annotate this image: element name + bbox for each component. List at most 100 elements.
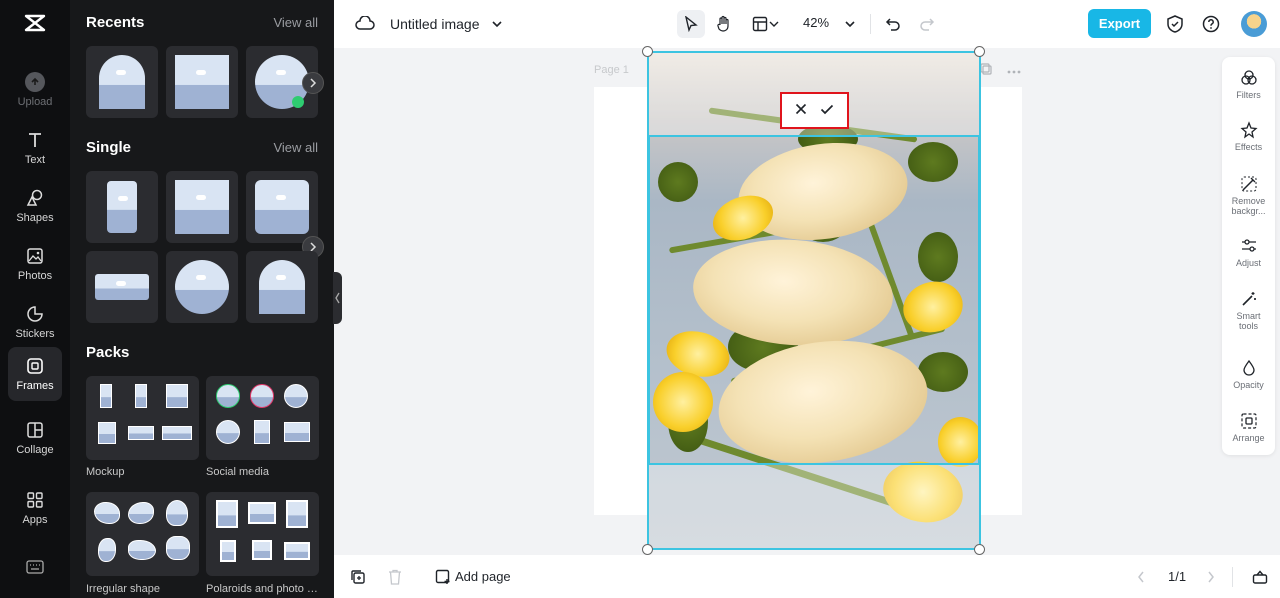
property-panel: Filters Effects Remove backgr... Adjust … xyxy=(1222,57,1275,455)
page-more-icon[interactable] xyxy=(1007,63,1021,77)
document-title[interactable]: Untitled image xyxy=(390,16,480,32)
help-icon[interactable] xyxy=(1199,12,1223,36)
shield-icon[interactable] xyxy=(1163,12,1187,36)
prev-page-chevron-icon[interactable] xyxy=(1129,565,1153,589)
collage-icon xyxy=(25,420,45,440)
adjust-button[interactable]: Adjust xyxy=(1222,237,1275,268)
single-frame-rounded[interactable] xyxy=(246,171,318,243)
single-frame-phone[interactable] xyxy=(86,171,158,243)
user-avatar[interactable] xyxy=(1241,11,1267,37)
recents-title: Recents xyxy=(86,14,145,31)
magic-wand-icon xyxy=(1240,290,1258,308)
filters-icon xyxy=(1240,69,1258,87)
pack-polaroids-label: Polaroids and photo f... xyxy=(206,583,319,595)
rail-shapes[interactable]: Shapes xyxy=(8,180,62,232)
single-frame-arch[interactable] xyxy=(246,251,318,323)
filters-label: Filters xyxy=(1236,90,1261,100)
zoom-chevron-down-icon[interactable] xyxy=(838,12,862,36)
rail-frames-label: Frames xyxy=(16,380,54,392)
pack-mockup-label: Mockup xyxy=(86,466,125,478)
frames-panel: Recents View all Single View all Packs M… xyxy=(70,0,334,598)
opacity-drop-icon xyxy=(1240,359,1258,377)
rail-frames[interactable]: Frames xyxy=(8,347,62,401)
zoom-level[interactable]: 42% xyxy=(803,15,829,30)
resize-handle-top-right[interactable] xyxy=(974,46,985,57)
apps-grid-icon xyxy=(25,490,45,510)
add-frame-icon[interactable] xyxy=(346,565,370,589)
export-button[interactable]: Export xyxy=(1088,9,1151,38)
select-tool-icon[interactable] xyxy=(677,10,705,38)
opacity-button[interactable]: Opacity xyxy=(1222,359,1275,390)
selected-check-icon xyxy=(292,96,304,108)
cloud-save-icon[interactable] xyxy=(353,12,377,36)
panel-collapse-handle[interactable] xyxy=(333,272,342,324)
arrange-icon xyxy=(1240,412,1258,430)
single-view-all-link[interactable]: View all xyxy=(273,140,318,155)
page-label: Page 1 xyxy=(594,64,629,76)
remove-background-button[interactable]: Remove backgr... xyxy=(1222,175,1275,216)
recents-next-button[interactable] xyxy=(302,72,324,94)
keyboard-shortcuts-icon[interactable] xyxy=(26,560,44,579)
upload-arrow-icon xyxy=(25,72,45,92)
top-toolbar: Untitled image 42% Export xyxy=(334,0,1280,48)
page-counter: 1/1 xyxy=(1168,569,1187,584)
remove-background-label: Remove backgr... xyxy=(1231,196,1266,216)
bottom-divider xyxy=(1232,567,1233,587)
rail-collage[interactable]: Collage xyxy=(8,412,62,464)
rail-photos-label: Photos xyxy=(17,270,53,282)
stickers-icon xyxy=(25,304,45,324)
single-title: Single xyxy=(86,139,132,156)
arrange-label: Arrange xyxy=(1232,433,1265,443)
duplicate-page-icon[interactable] xyxy=(980,63,992,78)
rail-text-label: Text xyxy=(24,154,46,166)
resize-handle-bottom-right[interactable] xyxy=(974,544,985,555)
rail-stickers[interactable]: Stickers xyxy=(8,296,62,348)
single-frame-square[interactable] xyxy=(166,171,238,243)
rail-upload-label: Upload xyxy=(17,96,53,108)
pack-mockup[interactable] xyxy=(86,376,199,460)
effects-star-icon xyxy=(1239,121,1258,139)
pack-social-media-label: Social media xyxy=(206,466,269,478)
delete-page-trash-icon[interactable] xyxy=(383,565,407,589)
pack-social-media[interactable] xyxy=(206,376,319,460)
capcut-logo-icon xyxy=(24,14,46,32)
layout-chevron-down-icon[interactable] xyxy=(767,12,781,36)
recents-view-all-link[interactable]: View all xyxy=(273,15,318,30)
resize-handle-top-left[interactable] xyxy=(642,46,653,57)
crop-confirm-bar xyxy=(780,92,849,129)
pack-irregular-shape[interactable] xyxy=(86,492,199,576)
rail-upload[interactable]: Upload xyxy=(8,64,62,116)
frame-crop-box[interactable] xyxy=(648,135,980,465)
rail-stickers-label: Stickers xyxy=(15,328,55,340)
left-rail: Upload Text Shapes Photos Stickers Frame… xyxy=(0,0,70,598)
recent-frame-arch[interactable] xyxy=(86,46,158,118)
title-chevron-down-icon[interactable] xyxy=(485,12,509,36)
undo-icon[interactable] xyxy=(881,12,905,36)
single-frame-wide[interactable] xyxy=(86,251,158,323)
next-page-chevron-icon[interactable] xyxy=(1199,565,1223,589)
rail-text[interactable]: Text xyxy=(8,122,62,174)
redo-icon[interactable] xyxy=(915,12,939,36)
recent-frame-square[interactable] xyxy=(166,46,238,118)
packs-title: Packs xyxy=(86,344,130,361)
rail-apps-label: Apps xyxy=(22,514,48,526)
rail-photos[interactable]: Photos xyxy=(8,238,62,290)
opacity-label: Opacity xyxy=(1233,380,1264,390)
rail-apps[interactable]: Apps xyxy=(8,482,62,534)
photos-icon xyxy=(25,246,45,266)
add-page-icon[interactable] xyxy=(431,565,455,589)
hand-tool-icon[interactable] xyxy=(712,12,736,36)
resize-handle-bottom-left[interactable] xyxy=(642,544,653,555)
pack-polaroids[interactable] xyxy=(206,492,319,576)
smart-tools-button[interactable]: Smart tools xyxy=(1222,290,1275,331)
single-frame-circle[interactable] xyxy=(166,251,238,323)
cancel-crop-icon[interactable] xyxy=(795,102,807,120)
adjust-sliders-icon xyxy=(1240,237,1258,255)
pages-panel-icon[interactable] xyxy=(1248,565,1272,589)
arrange-button[interactable]: Arrange xyxy=(1222,412,1275,443)
filters-button[interactable]: Filters xyxy=(1222,69,1275,100)
rail-shapes-label: Shapes xyxy=(16,212,54,224)
add-page-button[interactable]: Add page xyxy=(455,569,511,584)
apply-crop-check-icon[interactable] xyxy=(820,102,834,120)
effects-button[interactable]: Effects xyxy=(1222,121,1275,152)
